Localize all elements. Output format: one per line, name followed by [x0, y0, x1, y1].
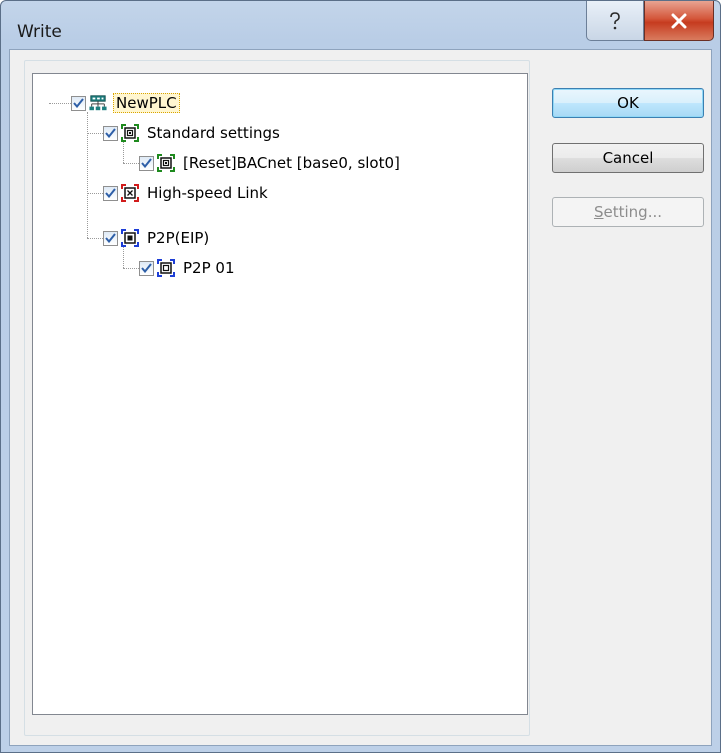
dialog-body: NewPLC Standard settings [Reset]BACnet […: [9, 49, 712, 746]
tree-connector: [87, 112, 88, 238]
checkmark-icon: [105, 233, 116, 243]
plc-network-icon: [89, 94, 107, 112]
tree-label-standard-settings: Standard settings: [147, 124, 280, 142]
help-icon: [610, 11, 620, 29]
write-dialog: Write NewPLC Standard settings [Reset]BA…: [0, 0, 721, 753]
tree-node-bacnet[interactable]: [Reset]BACnet [base0, slot0]: [139, 152, 402, 174]
cancel-button-label: Cancel: [602, 149, 654, 167]
tree-label-bacnet: [Reset]BACnet [base0, slot0]: [183, 154, 400, 172]
tree-connector: [87, 238, 103, 239]
checkmark-icon: [73, 98, 84, 108]
highspeed-link-icon: [121, 184, 139, 202]
tree-connector: [123, 268, 139, 269]
setting-button: Setting...: [552, 197, 704, 227]
checkbox-highspeed-link[interactable]: [103, 185, 118, 201]
checkmark-icon: [105, 128, 116, 138]
setting-button-label: Setting...: [594, 203, 662, 221]
close-icon: [671, 13, 687, 28]
module-icon: [157, 154, 175, 172]
checkmark-icon: [105, 188, 116, 198]
tree-connector: [87, 133, 103, 134]
setting-label-rest: etting...: [603, 203, 663, 221]
tree-node-newplc[interactable]: NewPLC: [71, 92, 180, 114]
tree-connector: [87, 193, 103, 194]
window-title: Write: [17, 22, 62, 42]
tree-label-highspeed-link: High-speed Link: [147, 184, 268, 202]
checkbox-bacnet[interactable]: [139, 155, 154, 171]
checkmark-icon: [141, 158, 152, 168]
close-button[interactable]: [644, 1, 714, 41]
tree-node-standard-settings[interactable]: Standard settings: [103, 122, 282, 144]
setting-mnemonic: S: [593, 203, 604, 221]
standard-settings-icon: [121, 124, 139, 142]
tree-connector: [49, 103, 71, 104]
tree-label-newplc: NewPLC: [113, 93, 180, 113]
tree-connector: [123, 247, 124, 268]
tree-label-p2p-01: P2P 01: [183, 259, 235, 277]
ok-button-label: OK: [617, 94, 639, 112]
checkbox-newplc[interactable]: [71, 95, 86, 111]
tree-connector: [123, 142, 124, 163]
checkbox-p2p-eip[interactable]: [103, 230, 118, 246]
tree-node-p2p-eip[interactable]: P2P(EIP): [103, 227, 211, 249]
cancel-button[interactable]: Cancel: [552, 143, 704, 173]
tree-label-p2p-eip: P2P(EIP): [147, 229, 210, 247]
tree-node-highspeed-link[interactable]: High-speed Link: [103, 182, 270, 204]
checkmark-icon: [141, 263, 152, 273]
tree-connector: [123, 163, 139, 164]
write-tree[interactable]: NewPLC Standard settings [Reset]BACnet […: [32, 73, 528, 715]
p2p-block-icon: [157, 259, 175, 277]
checkbox-standard-settings[interactable]: [103, 125, 118, 141]
checkbox-p2p-01[interactable]: [139, 260, 154, 276]
ok-button[interactable]: OK: [552, 88, 704, 118]
p2p-icon: [121, 229, 139, 247]
tree-node-p2p-01[interactable]: P2P 01: [139, 257, 237, 279]
help-button[interactable]: [586, 1, 644, 41]
